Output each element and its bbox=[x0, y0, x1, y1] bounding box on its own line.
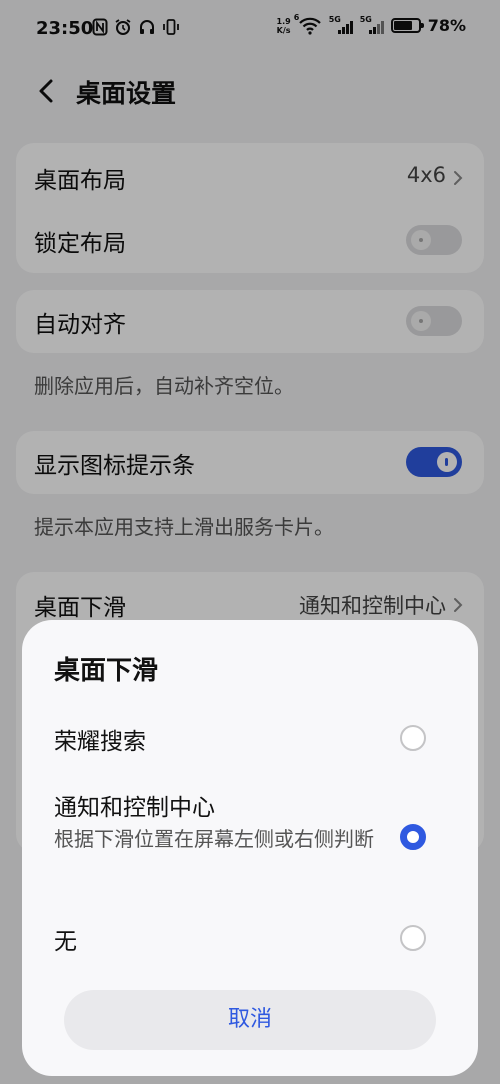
option-honor-search[interactable]: 荣耀搜索 bbox=[22, 716, 478, 760]
radio-notification-center[interactable] bbox=[400, 824, 426, 850]
option-label: 通知和控制中心 bbox=[54, 795, 215, 821]
swipe-option-sheet: 桌面下滑 荣耀搜索 通知和控制中心 根据下滑位置在屏幕左侧或右侧判断 无 取消 bbox=[22, 620, 478, 1076]
option-description: 根据下滑位置在屏幕左侧或右侧判断 bbox=[54, 827, 374, 851]
cancel-button[interactable]: 取消 bbox=[64, 990, 436, 1050]
option-notification-center[interactable]: 通知和控制中心 根据下滑位置在屏幕左侧或右侧判断 bbox=[22, 784, 478, 894]
radio-none[interactable] bbox=[400, 925, 426, 951]
option-label: 无 bbox=[54, 929, 77, 955]
sheet-title: 桌面下滑 bbox=[54, 656, 159, 686]
option-none[interactable]: 无 bbox=[22, 916, 478, 960]
radio-honor-search[interactable] bbox=[400, 725, 426, 751]
option-label: 荣耀搜索 bbox=[54, 729, 146, 755]
